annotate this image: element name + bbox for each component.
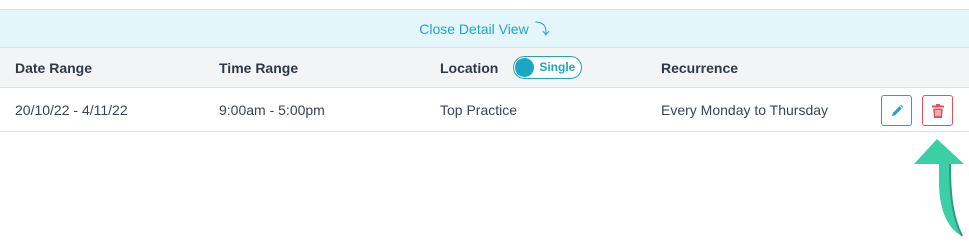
- location-single-toggle[interactable]: Single: [513, 56, 583, 79]
- cell-recurrence: Every Monday to Thursday: [661, 101, 829, 118]
- header-location-label: Location: [440, 59, 499, 76]
- header-date-range: Date Range: [15, 59, 93, 76]
- close-detail-view-button[interactable]: Close Detail View ⤵︎: [0, 9, 969, 48]
- cell-date-range: 20/10/22 - 4/11/22: [15, 101, 128, 118]
- edit-button[interactable]: [881, 95, 912, 126]
- highlight-arrow-icon: [914, 139, 964, 237]
- header-time-range: Time Range: [219, 59, 299, 76]
- schedule-detail-panel: Close Detail View ⤵︎ Date Range Time Ran…: [0, 0, 969, 243]
- header-location: Location Single: [440, 48, 583, 87]
- cell-time-range: 9:00am - 5:00pm: [219, 101, 325, 118]
- close-detail-view-label: Close Detail View: [419, 20, 529, 37]
- down-arrow-icon: ⤵︎: [534, 20, 550, 38]
- trash-icon: [931, 103, 944, 118]
- toggle-knob: [515, 58, 535, 77]
- header-recurrence: Recurrence: [661, 59, 739, 76]
- pencil-icon: [891, 104, 903, 116]
- delete-button[interactable]: [922, 95, 953, 126]
- toggle-label: Single: [539, 60, 576, 74]
- table-row: 20/10/22 - 4/11/22 9:00am - 5:00pm Top P…: [0, 88, 969, 132]
- table-header: Date Range Time Range Location Single Re…: [0, 48, 969, 88]
- cell-location: Top Practice: [440, 101, 518, 118]
